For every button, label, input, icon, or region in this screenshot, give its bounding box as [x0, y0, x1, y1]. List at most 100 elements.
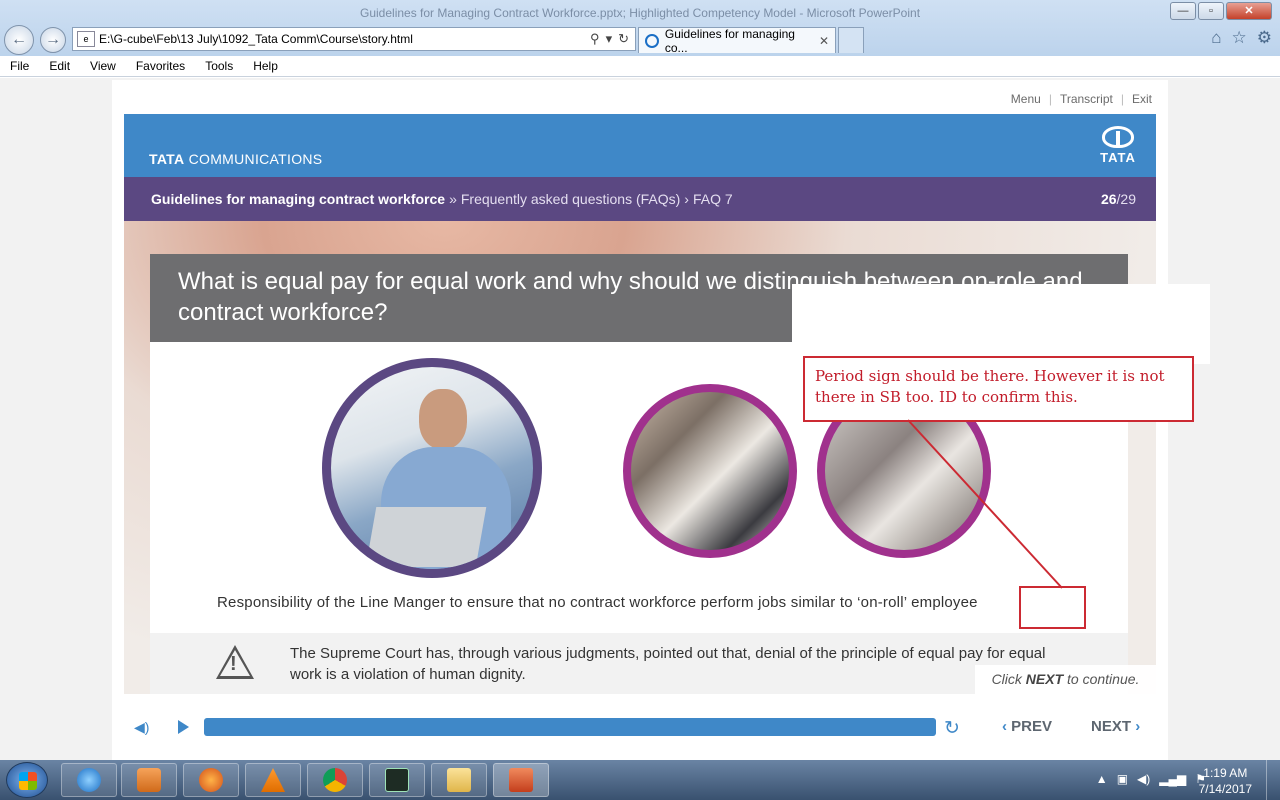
clock-time: 1:19 AM	[1203, 766, 1248, 780]
brand-name: TATA COMMUNICATIONS	[149, 151, 322, 167]
transcript-link[interactable]: Transcript	[1060, 92, 1113, 106]
tray-device-icon[interactable]: ▣	[1117, 772, 1128, 786]
chevron-right-icon: ›	[1135, 718, 1141, 735]
powerpoint-icon	[509, 768, 533, 792]
minimize-button[interactable]: —	[1170, 2, 1196, 20]
taskbar: ▲ ▣ ◀) ▂▄▆ ⚑ 1:19 AM 7/14/2017	[0, 760, 1280, 800]
warning-exclamation-icon: !	[230, 653, 237, 675]
menu-favorites[interactable]: Favorites	[126, 59, 195, 73]
breadcrumb-section: Frequently asked questions (FAQs)	[460, 191, 681, 207]
brand-name-rest: COMMUNICATIONS	[184, 151, 323, 167]
menu-help[interactable]: Help	[243, 59, 288, 73]
back-button[interactable]: ←	[4, 25, 34, 55]
browser-tools: ⌂ ☆ ⚙	[1211, 28, 1272, 48]
taskbar-explorer[interactable]	[431, 763, 487, 797]
address-url[interactable]: E:\G-cube\Feb\13 July\1092_Tata Comm\Cou…	[99, 32, 590, 46]
vlc-icon	[261, 768, 285, 792]
seek-bar[interactable]	[204, 718, 936, 736]
hint-pre: Click	[991, 671, 1026, 687]
next-button[interactable]: NEXT ›	[1091, 718, 1140, 735]
hint-bold: NEXT	[1025, 671, 1064, 687]
tab-close-icon[interactable]: ✕	[819, 34, 829, 48]
menu-tools[interactable]: Tools	[195, 59, 243, 73]
home-icon[interactable]: ⌂	[1211, 28, 1221, 48]
start-button[interactable]	[6, 762, 48, 798]
taskbar-chrome[interactable]	[307, 763, 363, 797]
forward-button[interactable]: →	[40, 27, 66, 53]
browser-titlebar: Guidelines for Managing Contract Workfor…	[0, 0, 1280, 56]
system-tray: ▲ ▣ ◀) ▂▄▆ ⚑	[1096, 772, 1206, 786]
menu-edit[interactable]: Edit	[39, 59, 80, 73]
breadcrumb: Guidelines for managing contract workfor…	[124, 177, 1156, 221]
menu-link[interactable]: Menu	[1011, 92, 1041, 106]
review-highlight-box	[1019, 586, 1086, 629]
maximize-button[interactable]: ▫	[1198, 2, 1224, 20]
breadcrumb-separator: »	[449, 191, 457, 207]
tab-title: Guidelines for managing co...	[664, 26, 795, 55]
taskbar-media[interactable]	[121, 763, 177, 797]
chevron-left-icon: ‹	[1002, 718, 1007, 735]
menu-bar: File Edit View Favorites Tools Help	[0, 56, 1280, 77]
image-detail	[419, 389, 467, 449]
new-tab-button[interactable]	[838, 27, 864, 53]
breadcrumb-course: Guidelines for managing contract workfor…	[151, 191, 446, 207]
search-icon[interactable]: ⚲	[590, 31, 600, 47]
menu-view[interactable]: View	[80, 59, 126, 73]
tray-arrow-icon[interactable]: ▲	[1096, 772, 1108, 786]
replay-icon[interactable]: ↻	[944, 717, 960, 740]
link-separator: |	[1048, 92, 1052, 106]
taskbar-powerpoint[interactable]	[493, 763, 549, 797]
link-separator: |	[1120, 92, 1124, 106]
slide-counter-total: /29	[1116, 191, 1136, 207]
annotation-backdrop	[792, 284, 1210, 364]
window-controls: — ▫ ✕	[1168, 2, 1272, 20]
tata-logo-icon	[1102, 126, 1134, 148]
refresh-icon[interactable]: ↻	[618, 31, 629, 47]
forward-arrow-icon: →	[45, 31, 61, 48]
favorites-star-icon[interactable]: ☆	[1232, 28, 1247, 48]
tata-logo-word: TATA	[1100, 150, 1136, 165]
menu-file[interactable]: File	[0, 59, 39, 73]
network-icon[interactable]: ▂▄▆	[1159, 772, 1186, 786]
ie-tab-icon	[645, 33, 659, 48]
chrome-icon	[323, 768, 347, 792]
firefox-icon	[199, 768, 223, 792]
back-arrow-icon: ←	[11, 31, 27, 48]
clock-date: 7/14/2017	[1198, 782, 1252, 796]
settings-gear-icon[interactable]: ⚙	[1257, 28, 1272, 48]
hint-post: to continue.	[1063, 671, 1140, 687]
review-comment-box: Period sign should be there. However it …	[803, 356, 1194, 422]
breadcrumb-separator: ›	[684, 191, 689, 207]
app-icon	[385, 768, 409, 792]
next-label: NEXT	[1091, 718, 1132, 735]
player-controls: ◀) ↻ ‹ PREV NEXT ›	[112, 700, 1168, 760]
address-tools: ⚲ ▾ ↻	[590, 31, 635, 47]
dropdown-icon[interactable]: ▾	[606, 31, 613, 47]
close-button[interactable]: ✕	[1226, 2, 1272, 20]
address-bar[interactable]: e E:\G-cube\Feb\13 July\1092_Tata Comm\C…	[72, 27, 636, 51]
prev-label: PREV	[1011, 718, 1053, 735]
seek-bar-fill	[204, 718, 936, 736]
system-clock[interactable]: 1:19 AM 7/14/2017	[1199, 765, 1252, 797]
browser-tab[interactable]: Guidelines for managing co... ✕	[638, 26, 836, 55]
exit-link[interactable]: Exit	[1132, 92, 1152, 106]
next-hint: Click NEXT to continue.	[975, 665, 1156, 694]
taskbar-firefox[interactable]	[183, 763, 239, 797]
taskbar-ie[interactable]	[61, 763, 117, 797]
volume-icon[interactable]: ◀)	[134, 719, 149, 736]
taskbar-app[interactable]	[369, 763, 425, 797]
brand-name-bold: TATA	[149, 151, 185, 167]
brand-header: TATA COMMUNICATIONS TATA	[124, 114, 1156, 177]
breadcrumb-page: FAQ 7	[692, 191, 733, 207]
window-title: Guidelines for Managing Contract Workfor…	[360, 6, 921, 20]
player-top-links: Menu | Transcript | Exit	[1011, 92, 1152, 106]
tata-logo: TATA	[1096, 126, 1140, 165]
man-at-laptop-image	[322, 358, 542, 578]
page-icon: e	[77, 31, 95, 47]
prev-button[interactable]: ‹ PREV	[1002, 718, 1052, 735]
show-desktop-button[interactable]	[1266, 760, 1280, 800]
slide-counter: 26/29	[1101, 191, 1136, 207]
taskbar-vlc[interactable]	[245, 763, 301, 797]
play-icon[interactable]	[178, 720, 189, 734]
volume-tray-icon[interactable]: ◀)	[1137, 772, 1150, 786]
